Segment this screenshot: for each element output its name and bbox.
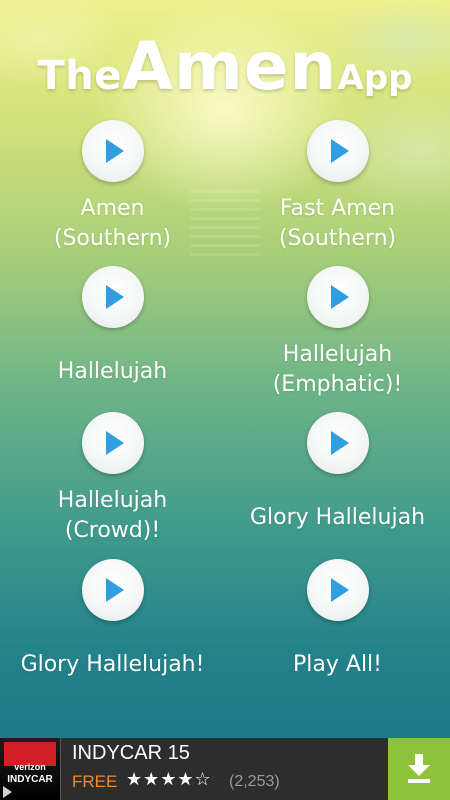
label-line: Hallelujah bbox=[282, 342, 393, 367]
ad-price: FREE bbox=[72, 772, 118, 791]
sound-button-label[interactable]: Hallelujah (Emphatic)! bbox=[225, 340, 450, 400]
sound-button-label[interactable]: Glory Hallelujah! bbox=[0, 650, 225, 680]
ad-review-count: (2,253) bbox=[229, 773, 280, 790]
sound-button-label[interactable]: Hallelujah (Crowd)! bbox=[0, 486, 225, 546]
title-word-amen: Amen bbox=[121, 28, 338, 105]
sound-button-label[interactable]: Fast Amen (Southern) bbox=[225, 194, 450, 254]
sound-button[interactable]: Hallelujah bbox=[0, 266, 225, 406]
label-line: Hallelujah bbox=[57, 359, 168, 384]
play-icon bbox=[331, 431, 349, 455]
label-line: Amen bbox=[80, 196, 145, 221]
ad-choices-icon[interactable] bbox=[3, 786, 12, 798]
ad-rating-stars: ★★★★☆ bbox=[126, 769, 212, 790]
label-line: Glory Hallelujah! bbox=[20, 652, 205, 677]
play-button[interactable] bbox=[82, 559, 144, 621]
label-line: (Emphatic)! bbox=[272, 372, 403, 397]
ad-logo-brand: verizon bbox=[14, 762, 46, 772]
label-line: Fast Amen bbox=[279, 196, 396, 221]
label-line: Play All! bbox=[293, 652, 382, 677]
label-line: Glory Hallelujah bbox=[249, 505, 426, 530]
ad-app-icon[interactable]: verizon INDYCAR bbox=[0, 738, 61, 800]
sound-button[interactable]: Glory Hallelujah! bbox=[0, 559, 225, 699]
sound-button[interactable]: Play All! bbox=[225, 559, 450, 699]
play-icon bbox=[106, 139, 124, 163]
ad-download-button[interactable] bbox=[388, 738, 450, 800]
sound-button-label[interactable]: Hallelujah bbox=[0, 357, 225, 387]
ad-logo-series: INDYCAR bbox=[7, 774, 53, 785]
sound-button-label[interactable]: Glory Hallelujah bbox=[225, 503, 450, 533]
title-word-app: App bbox=[337, 58, 413, 98]
play-button[interactable] bbox=[82, 120, 144, 182]
sound-button[interactable]: Hallelujah (Crowd)! bbox=[0, 412, 225, 552]
ad-banner[interactable]: verizon INDYCAR INDYCAR 15 FREE ★★★★☆ (2… bbox=[0, 738, 450, 800]
play-icon bbox=[331, 578, 349, 602]
play-button[interactable] bbox=[82, 412, 144, 474]
sound-button[interactable]: Hallelujah (Emphatic)! bbox=[225, 266, 450, 406]
play-button[interactable] bbox=[307, 412, 369, 474]
sound-button[interactable]: Glory Hallelujah bbox=[225, 412, 450, 552]
label-line: (Crowd)! bbox=[64, 518, 161, 543]
label-line: (Southern) bbox=[278, 226, 397, 251]
play-button[interactable] bbox=[82, 266, 144, 328]
sound-button[interactable]: Fast Amen (Southern) bbox=[225, 120, 450, 260]
label-line: (Southern) bbox=[53, 226, 172, 251]
play-icon bbox=[331, 285, 349, 309]
play-button[interactable] bbox=[307, 120, 369, 182]
sound-button-label[interactable]: Play All! bbox=[225, 650, 450, 680]
sound-button[interactable]: Amen (Southern) bbox=[0, 120, 225, 260]
title-word-the: The bbox=[37, 53, 122, 99]
play-button[interactable] bbox=[307, 559, 369, 621]
play-icon bbox=[106, 431, 124, 455]
play-button[interactable] bbox=[307, 266, 369, 328]
play-icon bbox=[331, 139, 349, 163]
sound-button-label[interactable]: Amen (Southern) bbox=[0, 194, 225, 254]
ad-title[interactable]: INDYCAR 15 bbox=[72, 742, 190, 765]
app-title: TheAmenApp bbox=[0, 28, 450, 105]
play-icon bbox=[106, 285, 124, 309]
download-icon bbox=[408, 754, 430, 784]
label-line: Hallelujah bbox=[57, 488, 168, 513]
play-icon bbox=[106, 578, 124, 602]
